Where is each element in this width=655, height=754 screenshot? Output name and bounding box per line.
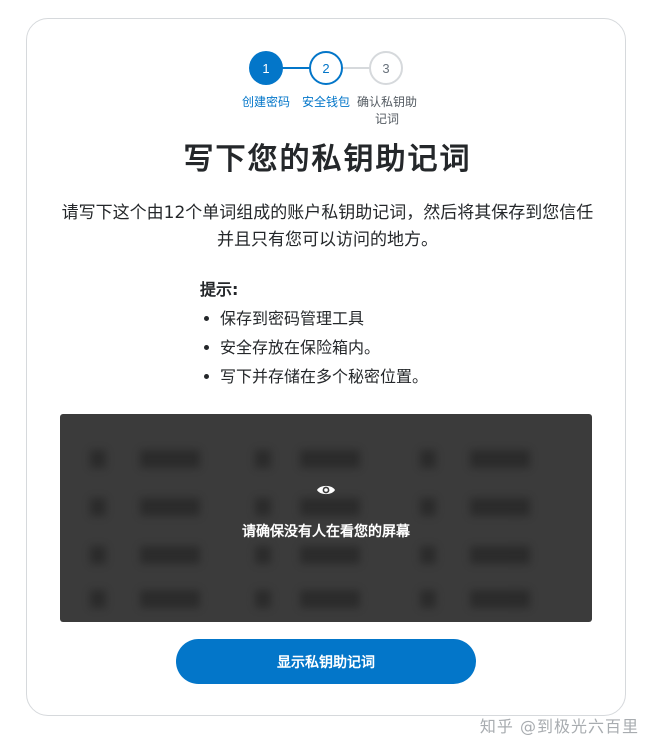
step-2-label: 安全钱包 [301,95,350,109]
privacy-warning-text: 请确保没有人在看您的屏幕 [242,523,410,540]
step-1-number: 1 [262,60,270,76]
tip-item: 安全存放在保险箱内。 [200,333,520,362]
step-connector-1 [282,67,310,69]
step-3-label-line1: 确认私钥助 [356,95,417,109]
progress-stepper: 1 2 3 创建密码 安全钱包 确认私钥助 记词 [0,0,655,130]
step-3-label-line2: 记词 [374,112,399,126]
blurred-phrase-panel[interactable]: 请确保没有人在看您的屏幕 [60,414,592,622]
eye-icon [316,482,336,501]
watermark-text: 知乎 @到极光六百里 [479,717,639,736]
step-connector-2 [342,67,370,69]
tips-title: 提示: [200,280,239,299]
tip-item: 写下并存储在多个秘密位置。 [200,362,520,391]
step-1-label: 创建密码 [241,95,290,109]
step-3-label: 确认私钥助 记词 [352,94,422,128]
privacy-overlay: 请确保没有人在看您的屏幕 [60,414,592,622]
page-title: 写下您的私钥助记词 [183,142,472,177]
tip-item: 保存到密码管理工具 [200,304,520,333]
step-3-number: 3 [382,60,390,76]
reveal-phrase-button[interactable]: 显示私钥助记词 [176,639,476,684]
step-2-indicator: 2 [309,51,343,85]
page-description: 请写下这个由12个单词组成的账户私钥助记词，然后将其保存到您信任并且只有您可以访… [61,203,594,250]
tips-section: 提示: 保存到密码管理工具 安全存放在保险箱内。 写下并存储在多个秘密位置。 [200,276,520,391]
step-2-number: 2 [322,60,330,76]
tips-list: 保存到密码管理工具 安全存放在保险箱内。 写下并存储在多个秘密位置。 [200,304,520,391]
step-1-indicator: 1 [249,51,283,85]
step-3-indicator: 3 [369,51,403,85]
